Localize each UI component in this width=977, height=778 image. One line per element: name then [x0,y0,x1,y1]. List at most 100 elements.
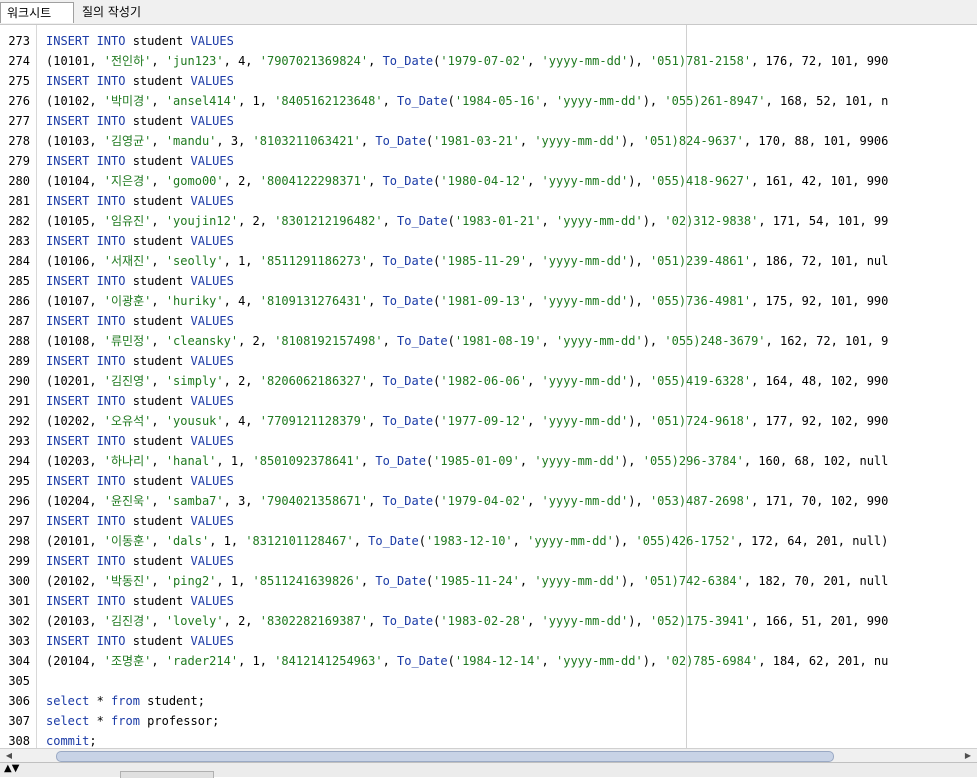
sql-token: student [132,394,191,408]
sql-string: '02)312-9838' [664,214,759,228]
sql-string: 'yyyy-mm-dd' [541,294,629,308]
code-line[interactable]: 286 (10107, '이광훈', 'huriky', 4, '81091312… [0,291,977,311]
code-line[interactable]: 280 (10104, '지은경', 'gomo00', 2, '80041222… [0,171,977,191]
code-text: (10101, '전인하', 'jun123', 4, '79070213698… [46,51,888,71]
code-line[interactable]: 305 [0,671,977,691]
sql-token: (10201, [46,374,104,388]
code-line[interactable]: 277 INSERT INTO student VALUES [0,111,977,131]
sql-string: 'cleansky' [165,334,239,348]
code-line[interactable]: 291 INSERT INTO student VALUES [0,391,977,411]
sql-string: '055)736-4981' [649,294,752,308]
code-line[interactable]: 306 select * from student; [0,691,977,711]
line-number: 289 [8,354,30,368]
sql-string: 'youjin12' [165,214,239,228]
sql-token: (20103, [46,614,104,628]
code-line[interactable]: 307 select * from professor; [0,711,977,731]
sql-token: , 2, [238,214,275,228]
code-line[interactable]: 297 INSERT INTO student VALUES [0,511,977,531]
code-line[interactable]: 294 (10203, '하나리', 'hanal', 1, '850109237… [0,451,977,471]
code-line[interactable]: 278 (10103, '김영균', 'mandu', 3, '810321106… [0,131,977,151]
code-line[interactable]: 273 INSERT INTO student VALUES [0,31,977,51]
sql-function: To_Date [382,614,434,628]
collapse-panel-icon[interactable]: ▲▼ [4,764,19,774]
scroll-right-icon[interactable]: ▶ [961,750,975,762]
code-line[interactable]: 289 INSERT INTO student VALUES [0,351,977,371]
line-number: 294 [8,454,30,468]
sql-keyword: INSERT INTO [46,394,133,408]
sql-token: , [360,134,376,148]
sql-string: 'yousuk' [165,414,224,428]
code-line[interactable]: 304 (20104, '조명훈', 'rader214', 1, '841214… [0,651,977,671]
sql-token: , [360,454,376,468]
panel-tab-stub[interactable] [120,771,214,778]
sql-token: , [519,134,535,148]
code-line[interactable]: 285 INSERT INTO student VALUES [0,271,977,291]
code-line[interactable]: 300 (20102, '박동진', 'ping2', 1, '851124163… [0,571,977,591]
sql-token: , [527,374,542,388]
code-text: (10104, '지은경', 'gomo00', 2, '80041222983… [46,171,888,191]
sql-string: '1984-05-16' [454,94,542,108]
line-number: 305 [8,674,30,688]
sql-token: (10105, [46,214,104,228]
code-line[interactable]: 293 INSERT INTO student VALUES [0,431,977,451]
sql-string: '전인하' [103,54,152,68]
code-text: (20103, '김진경', 'lovely', 2, '83022821693… [46,611,888,631]
code-line[interactable]: 284 (10106, '서재진', 'seolly', 1, '85112911… [0,251,977,271]
code-text: INSERT INTO student VALUES [46,351,234,371]
sql-token: , 184, 62, 201, nu [758,654,889,668]
tab-worksheet[interactable]: 워크시트 [0,2,74,23]
code-line[interactable]: 281 INSERT INTO student VALUES [0,191,977,211]
sql-token: (10107, [46,294,104,308]
sql-token: , [541,94,556,108]
sql-keyword: from [111,694,148,708]
code-line[interactable]: 290 (10201, '김진영', 'simply', 2, '82060621… [0,371,977,391]
code-line[interactable]: 274 (10101, '전인하', 'jun123', 4, '79070213… [0,51,977,71]
code-line[interactable]: 302 (20103, '김진경', 'lovely', 2, '83022821… [0,611,977,631]
code-line[interactable]: 298 (20101, '이동훈', 'dals', 1, '8312101128… [0,531,977,551]
code-line[interactable]: 282 (10105, '임유진', 'youjin12', 2, '830121… [0,211,977,231]
code-line[interactable]: 283 INSERT INTO student VALUES [0,231,977,251]
sql-token: student [132,474,191,488]
scroll-left-icon[interactable]: ◀ [2,750,16,762]
sql-keyword: INSERT INTO [46,354,133,368]
sql-token: student [132,154,191,168]
sql-string: '7709121128379' [259,414,369,428]
sql-string: '051)724-9618' [649,414,752,428]
code-line[interactable]: 292 (10202, '오유석', 'yousuk', 4, '77091211… [0,411,977,431]
sql-string: '055)261-8947' [664,94,766,108]
sql-token: student [132,554,191,568]
code-line[interactable]: 301 INSERT INTO student VALUES [0,591,977,611]
horizontal-scrollbar[interactable]: ◀ ▶ [0,748,977,763]
line-number: 278 [8,134,30,148]
sql-keyword: INSERT INTO [46,434,133,448]
code-line[interactable]: 295 INSERT INTO student VALUES [0,471,977,491]
sql-token: , [527,494,542,508]
code-line[interactable]: 296 (10204, '윤진욱', 'samba7', 3, '79040213… [0,491,977,511]
code-text: (10105, '임유진', 'youjin12', 2, '830121219… [46,211,888,231]
sql-token: , 1, [238,654,275,668]
sql-token: (20104, [46,654,104,668]
code-line[interactable]: 303 INSERT INTO student VALUES [0,631,977,651]
sql-keyword: VALUES [190,234,234,248]
code-line[interactable]: 276 (10102, '박미경', 'ansel414', 1, '840516… [0,91,977,111]
sql-string: 'simply' [165,374,224,388]
scrollbar-thumb[interactable] [56,751,834,762]
sql-token: , [151,334,166,348]
code-line[interactable]: 279 INSERT INTO student VALUES [0,151,977,171]
code-line[interactable]: 287 INSERT INTO student VALUES [0,311,977,331]
tab-query-builder[interactable]: 질의 작성기 [76,2,166,23]
sql-keyword: VALUES [190,554,234,568]
sql-editor[interactable]: 272273INSERT INTO student VALUES274(1010… [0,25,977,748]
code-line[interactable]: 299 INSERT INTO student VALUES [0,551,977,571]
code-line[interactable]: 275 INSERT INTO student VALUES [0,71,977,91]
sql-keyword: commit [46,734,90,748]
sql-string: '하나리' [103,454,152,468]
sql-string: '1985-01-09' [433,454,520,468]
sql-string: '7907021369824' [259,54,369,68]
sql-keyword: INSERT INTO [46,154,133,168]
code-text: INSERT INTO student VALUES [46,71,234,91]
sql-string: '지은경' [103,174,152,188]
code-line[interactable]: 288 (10108, '류민정', 'cleansky', 2, '810819… [0,331,977,351]
code-line[interactable]: 308 commit; [0,731,977,748]
sql-token: student [132,634,191,648]
